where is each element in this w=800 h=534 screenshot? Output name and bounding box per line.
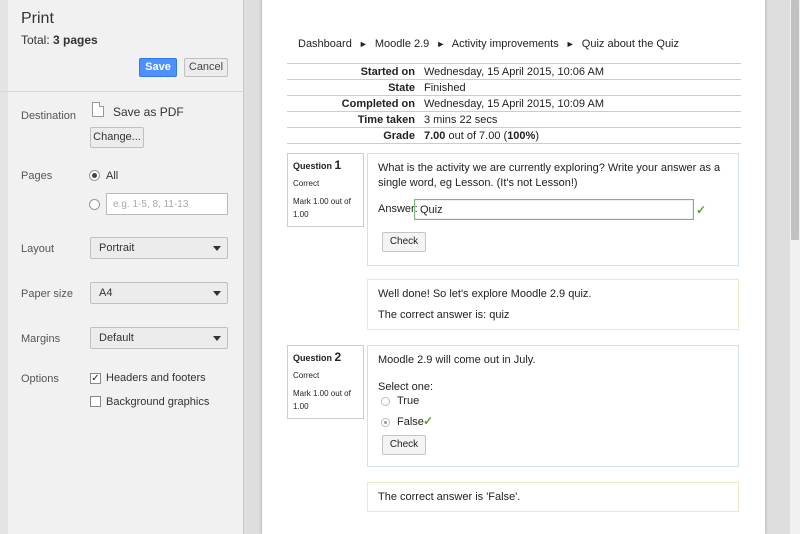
layout-value: Portrait [99,242,135,254]
question-prefix: Question [293,161,335,171]
question-prefix: Question [293,353,335,363]
attempt-summary-table: Started on Wednesday, 15 April 2015, 10:0… [287,63,741,144]
headers-footers-checkbox[interactable]: ✓ [90,373,101,384]
destination-value: Save as PDF [113,105,184,119]
summary-value: Wednesday, 15 April 2015, 10:09 AM [424,98,604,110]
summary-value: Wednesday, 15 April 2015, 10:06 AM [424,66,604,78]
option-label: True [397,395,420,407]
question-mark: Mark 1.00 out of 1.00 [293,389,351,411]
summary-key: State [388,82,415,94]
breadcrumb-separator: ► [565,39,575,49]
pages-range-input[interactable]: e.g. 1-5, 8, 11-13 [106,193,228,215]
margins-select[interactable]: Default [90,327,228,349]
answer-input[interactable]: Quiz [414,199,694,220]
cancel-button[interactable]: Cancel [184,58,228,77]
summary-value: Finished [424,82,466,94]
grade-percent: 100% [507,130,536,142]
question-text: What is the activity we are currently ex… [378,162,721,189]
total-pages: Total: 3 pages [21,33,98,47]
total-value: 3 pages [53,33,98,47]
chevron-down-icon [213,336,221,341]
headers-footers-label: Headers and footers [106,372,206,384]
save-button[interactable]: Save [139,58,177,77]
question-state: Correct [293,371,320,380]
summary-key: Grade [383,130,415,142]
breadcrumb-item: Moodle 2.9 [374,38,430,50]
chevron-down-icon [213,246,221,251]
check-icon: ✓ [423,414,434,428]
feedback-box: The correct answer is 'False'. [367,482,739,512]
paper-size-select[interactable]: A4 [90,282,228,304]
summary-key: Started on [360,66,415,78]
options-label: Options [21,373,59,385]
question-content: What is the activity we are currently ex… [367,153,739,266]
check-button[interactable]: Check [382,435,426,455]
grade-value: 7.00 [424,130,446,142]
grade-out-of: out of 7.00 ( [445,130,508,142]
change-destination-button[interactable]: Change... [90,127,144,148]
breadcrumb: Dashboard ► Moodle 2.9 ► Activity improv… [298,38,679,50]
question-content: Moodle 2.9 will come out in July. Select… [367,345,739,467]
question-info: Question 2 Correct Mark 1.00 out of 1.00 [287,345,364,419]
breadcrumb-separator: ► [358,39,368,49]
summary-key: Time taken [357,114,415,126]
check-icon: ✓ [696,203,707,217]
question-state: Correct [293,179,320,188]
pages-all-label: All [106,170,119,182]
summary-key: Completed on [341,98,415,110]
grade-close: ) [535,130,539,142]
layout-select[interactable]: Portrait [90,237,228,259]
preview-scrollbar[interactable] [790,0,800,534]
background-graphics-checkbox[interactable] [90,396,101,407]
check-button[interactable]: Check [382,232,426,252]
table-row: Grade 7.00 out of 7.00 (100%) [287,128,741,144]
question-num: 1 [334,158,342,172]
breadcrumb-item: Quiz about the Quiz [581,38,680,50]
feedback-box: Well done! So let's explore Moodle 2.9 q… [367,279,739,330]
summary-value: 7.00 out of 7.00 (100%) [424,130,539,142]
question-number: Question 2 [293,350,358,364]
summary-value: 3 mins 22 secs [424,114,498,126]
breadcrumb-separator: ► [436,39,446,49]
print-settings-panel: Print Total: 3 pages Save Cancel Destina… [0,0,244,534]
question-info: Question 1 Correct Mark 1.00 out of 1.00 [287,153,364,227]
table-row: Started on Wednesday, 15 April 2015, 10:0… [287,64,741,80]
breadcrumb-item: Activity improvements [451,38,559,50]
table-row: Time taken 3 mins 22 secs [287,112,741,128]
chevron-down-icon [213,291,221,296]
layout-label: Layout [21,243,55,255]
margins-label: Margins [21,333,61,345]
margins-value: Default [99,332,134,344]
paper-size-label: Paper size [21,288,73,300]
correct-answer: The correct answer is 'False'. [378,491,521,503]
pages-range-radio[interactable] [89,199,100,210]
print-header: Print Total: 3 pages Save Cancel [0,0,243,92]
scrollbar-thumb[interactable] [791,0,799,240]
option-radio-true[interactable] [381,397,390,406]
preview-page: Dashboard ► Moodle 2.9 ► Activity improv… [262,0,765,534]
option-label: False [397,416,424,428]
pages-label: Pages [21,170,53,182]
paper-size-value: A4 [99,287,113,299]
total-label: Total: [21,33,54,47]
answer-label: Answer: [378,203,418,215]
destination-label: Destination [21,110,77,122]
question-mark: Mark 1.00 out of 1.00 [293,197,351,219]
table-row: State Finished [287,80,741,96]
question-num: 2 [334,350,342,364]
background-graphics-label: Background graphics [106,396,210,408]
question-number: Question 1 [293,158,358,172]
breadcrumb-item: Dashboard [298,38,352,50]
question-text: Moodle 2.9 will come out in July. [378,354,536,366]
table-row: Completed on Wednesday, 15 April 2015, 10… [287,96,741,112]
file-icon [92,102,104,117]
general-feedback: Well done! So let's explore Moodle 2.9 q… [378,288,592,300]
correct-answer: The correct answer is: quiz [378,309,510,321]
pages-all-radio[interactable] [89,170,100,181]
print-title: Print [21,10,54,27]
option-radio-false[interactable] [381,418,390,427]
select-one-label: Select one: [378,381,434,393]
